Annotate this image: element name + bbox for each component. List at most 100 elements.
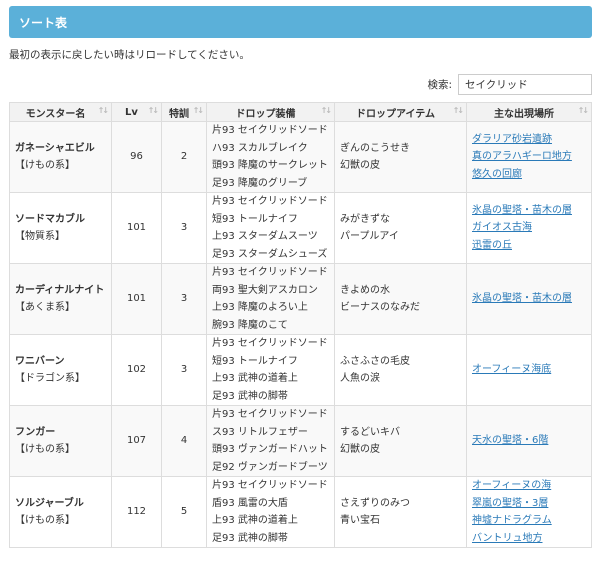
col-header-training[interactable]: 特訓 ↑↓	[161, 102, 207, 122]
equip-item: 頭93 ヴァンガードハット	[212, 444, 328, 455]
equip-item: 片93 セイクリッドソード	[212, 196, 328, 207]
table-row: ガネーシャエビル 【けもの系】 96 2 片93 セイクリッドソード ハ93 ス…	[9, 121, 592, 193]
col-header-location[interactable]: 主な出現場所 ↑↓	[466, 102, 592, 122]
col-header-drop-item[interactable]: ドロップアイテム ↑↓	[334, 102, 467, 122]
table-header-row: モンスター名 ↑↓ Lv ↑↓ 特訓 ↑↓ ドロップ装備 ↑↓ ドロップアイテム	[9, 102, 592, 122]
cell-monster-name: ソードマカブル 【物質系】	[9, 192, 112, 264]
equip-item: 足93 武神の脚帯	[212, 390, 288, 402]
drop-item: ふさふさの毛皮	[340, 355, 410, 367]
location-link[interactable]: 神墟ナドラグラム	[472, 512, 586, 530]
monster-category: 【物質系】	[15, 231, 65, 242]
cell-location: 氷晶の聖塔・苗木の層 ガイオス古海 迅雷の丘	[466, 192, 592, 264]
page: ソート表 最初の表示に戻したい時はリロードしてください。 検索: モンスター名 …	[0, 0, 600, 563]
equip-item: 片93 セイクリッドソード	[212, 267, 328, 278]
cell-location: 天水の聖塔・6階	[466, 405, 592, 477]
col-header-drop-equip[interactable]: ドロップ装備 ↑↓	[206, 102, 335, 122]
search-label: 検索:	[427, 79, 452, 91]
equip-item: 上93 降魔のよろい上	[212, 302, 308, 313]
drop-item: きよめの水	[340, 284, 390, 296]
sort-table: モンスター名 ↑↓ Lv ↑↓ 特訓 ↑↓ ドロップ装備 ↑↓ ドロップアイテム	[9, 102, 592, 548]
cell-monster-name: ソルジャーブル 【けもの系】	[9, 476, 112, 548]
location-link[interactable]: 翠嵐の聖塔・3層	[472, 495, 586, 513]
table-row: ソルジャーブル 【けもの系】 112 5 片93 セイクリッドソード 盾93 風…	[9, 476, 592, 548]
col-header-monster-name[interactable]: モンスター名 ↑↓	[9, 102, 112, 122]
sort-arrows-icon: ↑↓	[320, 106, 332, 115]
monster-name: フンガー	[15, 426, 56, 438]
monster-category: 【あくま系】	[15, 302, 75, 313]
cell-location: オーフィーヌの海 翠嵐の聖塔・3層 神墟ナドラグラム バントリュ地方	[466, 476, 592, 548]
monster-name: ガネーシャエビル	[15, 142, 95, 154]
page-title: ソート表	[19, 15, 68, 30]
table-row: ソードマカブル 【物質系】 101 3 片93 セイクリッドソード 短93 トー…	[9, 192, 592, 264]
equip-item: ハ93 スカルブレイク	[212, 142, 308, 154]
equip-item: 盾93 風雷の大盾	[212, 497, 288, 509]
equip-item: 腕93 降魔のこて	[212, 319, 288, 331]
cell-drop-equip: 片93 セイクリッドソード 短93 トールナイフ 上93 スターダムスーツ 足9…	[206, 192, 335, 264]
cell-training: 3	[161, 192, 207, 264]
location-link[interactable]: 天水の聖塔・6階	[472, 432, 586, 450]
cell-training: 4	[161, 405, 207, 477]
equip-item: 両93 聖大剣アスカロン	[212, 284, 318, 296]
location-link[interactable]: バントリュ地方	[472, 530, 586, 548]
cell-monster-name: ワニバーン 【ドラゴン系】	[9, 334, 112, 406]
cell-lv: 96	[111, 121, 162, 193]
equip-item: 足93 武神の脚帯	[212, 532, 288, 544]
location-link[interactable]: 悠久の回廊	[472, 166, 586, 184]
drop-item: 青い宝石	[340, 515, 380, 526]
location-link[interactable]: 真のアラハギーロ地方	[472, 148, 586, 166]
cell-monster-name: フンガー 【けもの系】	[9, 405, 112, 477]
cell-lv: 112	[111, 476, 162, 548]
search-row: 検索:	[9, 74, 592, 95]
cell-monster-name: カーディナルナイト 【あくま系】	[9, 263, 112, 335]
cell-location: 氷晶の聖塔・苗木の層	[466, 263, 592, 335]
equip-item: 短93 トールナイフ	[212, 213, 298, 225]
monster-name: ソルジャーブル	[15, 497, 84, 509]
cell-drop-equip: 片93 セイクリッドソード ス93 リトルフェザー 頭93 ヴァンガードハット …	[206, 405, 335, 477]
cell-lv: 101	[111, 192, 162, 264]
cell-drop-item: みがきずな パープルアイ	[334, 192, 467, 264]
cell-drop-equip: 片93 セイクリッドソード 短93 トールナイフ 上93 武神の道着上 足93 …	[206, 334, 335, 406]
reload-notice: 最初の表示に戻したい時はリロードしてください。	[9, 49, 250, 61]
cell-location: オーフィーヌ海底	[466, 334, 592, 406]
table-row: フンガー 【けもの系】 107 4 片93 セイクリッドソード ス93 リトルフ…	[9, 405, 592, 477]
monster-category: 【ドラゴン系】	[15, 373, 85, 384]
equip-item: 片93 セイクリッドソード	[212, 125, 328, 136]
drop-item: 人魚の涙	[340, 373, 380, 384]
sort-arrows-icon: ↑↓	[452, 106, 464, 115]
monster-name: カーディナルナイト	[15, 284, 105, 296]
location-link[interactable]: オーフィーヌの海	[472, 477, 586, 495]
sort-arrows-icon: ↑↓	[147, 106, 159, 115]
location-link[interactable]: ダラリア砂岩遺跡	[472, 131, 586, 149]
cell-training: 3	[161, 263, 207, 335]
equip-item: 短93 トールナイフ	[212, 355, 298, 367]
drop-item: さえずりのみつ	[340, 497, 410, 509]
location-link[interactable]: ガイオス古海	[472, 219, 586, 237]
location-link[interactable]: 氷晶の聖塔・苗木の層	[472, 290, 586, 308]
location-link[interactable]: 氷晶の聖塔・苗木の層	[472, 202, 586, 220]
equip-item: 片93 セイクリッドソード	[212, 338, 328, 349]
drop-item: ぎんのこうせき	[340, 142, 410, 154]
sort-arrows-icon: ↑↓	[97, 106, 109, 115]
cell-lv: 107	[111, 405, 162, 477]
equip-item: ス93 リトルフェザー	[212, 426, 308, 438]
col-header-lv[interactable]: Lv ↑↓	[111, 102, 162, 122]
cell-drop-equip: 片93 セイクリッドソード 両93 聖大剣アスカロン 上93 降魔のよろい上 腕…	[206, 263, 335, 335]
search-input[interactable]	[458, 74, 592, 95]
cell-drop-equip: 片93 セイクリッドソード ハ93 スカルブレイク 頭93 降魔のサークレット …	[206, 121, 335, 193]
location-link[interactable]: 迅雷の丘	[472, 237, 586, 255]
sort-arrows-icon: ↑↓	[192, 106, 204, 115]
cell-drop-item: さえずりのみつ 青い宝石	[334, 476, 467, 548]
equip-item: 足92 ヴァンガードブーツ	[212, 461, 328, 473]
equip-item: 片93 セイクリッドソード	[212, 409, 328, 420]
cell-location: ダラリア砂岩遺跡 真のアラハギーロ地方 悠久の回廊	[466, 121, 592, 193]
equip-item: 頭93 降魔のサークレット	[212, 160, 328, 171]
equip-item: 片93 セイクリッドソード	[212, 480, 328, 491]
cell-drop-item: ふさふさの毛皮 人魚の涙	[334, 334, 467, 406]
location-link[interactable]: オーフィーヌ海底	[472, 361, 586, 379]
equip-item: 上93 スターダムスーツ	[212, 231, 318, 242]
equip-item: 足93 降魔のグリーブ	[212, 177, 308, 189]
cell-training: 3	[161, 334, 207, 406]
table-row: ワニバーン 【ドラゴン系】 102 3 片93 セイクリッドソード 短93 トー…	[9, 334, 592, 406]
drop-item: パープルアイ	[340, 231, 399, 242]
drop-item: ビーナスのなみだ	[340, 302, 420, 313]
